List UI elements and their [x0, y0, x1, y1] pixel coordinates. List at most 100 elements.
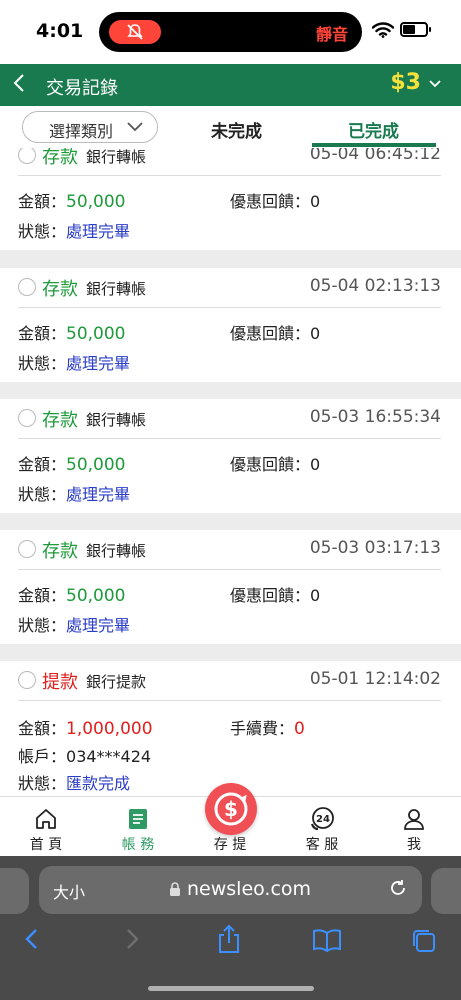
forward-arrow-icon[interactable]: [122, 926, 142, 952]
fee-label: 手續費：: [230, 719, 295, 738]
bonus-value: 0: [310, 586, 321, 605]
tabs-icon[interactable]: [411, 928, 437, 954]
amount-value: 1,000,000: [66, 719, 153, 739]
bookmarks-icon[interactable]: [312, 928, 342, 952]
next-tab-preview[interactable]: [431, 868, 461, 914]
page-title: 交易記錄: [46, 78, 118, 99]
share-icon[interactable]: [216, 924, 242, 954]
transaction-list[interactable]: 存款 銀行轉帳 05-04 06:45:12 金額：50,000 優惠回饋：0 …: [0, 148, 461, 796]
browser-toolbar: 大小 newsleo.com: [0, 856, 461, 1000]
nav-me-label: 我: [407, 837, 421, 853]
transaction-card[interactable]: 存款 銀行轉帳 05-04 06:45:12 金額：50,000 優惠回饋：0 …: [0, 148, 461, 250]
battery-icon: [400, 22, 431, 37]
bonus-label: 優惠回饋：: [230, 455, 311, 474]
account-label: 帳戶：: [18, 747, 67, 766]
status-row: 狀態：處理完畢: [18, 218, 130, 242]
account-row: 帳戶：034***424: [18, 743, 151, 767]
fee-value: 0: [294, 719, 305, 739]
text-size-button[interactable]: 大小: [53, 879, 85, 903]
transaction-type: 存款: [42, 541, 78, 562]
status-value: 匯款完成: [66, 774, 131, 793]
nav-home[interactable]: 首 頁: [0, 797, 92, 857]
support-24-icon: 24: [310, 807, 334, 831]
select-radio[interactable]: [18, 671, 36, 689]
status-time: 4:01: [36, 20, 84, 42]
select-radio[interactable]: [18, 278, 36, 296]
nav-account[interactable]: 帳 務: [92, 797, 184, 857]
bonus-label: 優惠回饋：: [230, 192, 311, 211]
transaction-method: 銀行提款: [86, 673, 147, 691]
transaction-method: 銀行轉帳: [86, 542, 147, 560]
amount-label: 金額：: [18, 455, 67, 474]
select-radio[interactable]: [18, 409, 36, 427]
home-indicator: [148, 986, 314, 991]
home-icon: [36, 809, 56, 829]
bonus-value: 0: [310, 324, 321, 343]
transaction-time: 05-01 12:14:02: [309, 669, 441, 689]
amount-value: 50,000: [66, 192, 126, 212]
nav-me[interactable]: 我: [368, 797, 460, 857]
status-value: 處理完畢: [66, 354, 131, 373]
reload-button[interactable]: [388, 878, 408, 903]
nav-deposit-label: 存 提: [213, 837, 247, 853]
filter-tabs: 選擇類別 未完成 已完成: [0, 106, 461, 148]
bell-slash-icon: [127, 24, 143, 40]
status-value: 處理完畢: [66, 222, 131, 241]
transaction-type: 存款: [42, 148, 78, 168]
balance-display[interactable]: $3: [390, 70, 421, 95]
tab-pending[interactable]: 未完成: [211, 117, 262, 142]
transaction-type: 存款: [42, 279, 78, 300]
amount-row: 金額：50,000: [18, 320, 126, 344]
amount-row: 金額：50,000: [18, 451, 126, 475]
svg-text:24: 24: [316, 814, 330, 825]
transaction-card[interactable]: 存款 銀行轉帳 05-04 02:13:13 金額：50,000 優惠回饋：0 …: [0, 268, 461, 382]
nav-account-label: 帳 務: [121, 837, 155, 853]
nav-home-label: 首 頁: [29, 837, 63, 853]
back-arrow-icon[interactable]: [22, 926, 42, 952]
amount-value: 50,000: [66, 455, 126, 475]
select-radio[interactable]: [18, 540, 36, 558]
active-tab-indicator: [312, 143, 436, 147]
ledger-icon: [129, 809, 147, 829]
transaction-card[interactable]: 提款 銀行提款 05-01 12:14:02 金額：1,000,000 手續費：…: [0, 661, 461, 796]
bonus-value: 0: [310, 192, 321, 211]
amount-row: 金額：50,000: [18, 582, 126, 606]
transaction-time: 05-04 06:45:12: [309, 148, 441, 164]
category-select[interactable]: 選擇類別: [22, 111, 158, 143]
tab-completed[interactable]: 已完成: [348, 117, 399, 142]
transaction-time: 05-03 16:55:34: [309, 407, 441, 427]
reload-icon: [391, 880, 405, 895]
status-row: 狀態：處理完畢: [18, 481, 130, 505]
back-button[interactable]: [12, 72, 26, 99]
chevron-down-icon: [127, 122, 143, 132]
nav-service[interactable]: 24 客 服: [276, 797, 368, 857]
transaction-header: 提款 銀行提款 05-01 12:14:02: [18, 661, 441, 701]
transaction-card[interactable]: 存款 銀行轉帳 05-03 16:55:34 金額：50,000 優惠回饋：0 …: [0, 399, 461, 513]
select-radio[interactable]: [18, 148, 36, 164]
transaction-type: 提款: [42, 672, 78, 693]
url-text[interactable]: newsleo.com: [187, 878, 311, 900]
status-label: 狀態：: [18, 616, 67, 635]
transaction-card[interactable]: 存款 銀行轉帳 05-03 03:17:13 金額：50,000 優惠回饋：0 …: [0, 530, 461, 644]
status-label: 狀態：: [18, 485, 67, 504]
previous-tab-preview[interactable]: [0, 868, 29, 914]
status-value: 處理完畢: [66, 485, 131, 504]
deposit-withdraw-button[interactable]: $: [205, 783, 257, 835]
status-bar: 4:01 靜音: [0, 0, 461, 64]
nav-service-label: 客 服: [305, 837, 339, 853]
category-select-label: 選擇類別: [49, 122, 114, 141]
transaction-type: 存款: [42, 410, 78, 431]
status-row: 狀態：匯款完成: [18, 770, 130, 794]
wifi-icon: [372, 22, 394, 38]
bonus-row: 優惠回饋：0: [230, 451, 320, 475]
balance-dropdown[interactable]: [429, 74, 441, 93]
status-value: 處理完畢: [66, 616, 131, 635]
transaction-header: 存款 銀行轉帳 05-03 16:55:34: [18, 399, 441, 439]
amount-label: 金額：: [18, 192, 67, 211]
status-label: 狀態：: [18, 774, 67, 793]
transaction-time: 05-04 02:13:13: [309, 276, 441, 296]
bonus-row: 優惠回饋：0: [230, 582, 320, 606]
dynamic-island: 靜音: [99, 12, 362, 52]
status-label: 狀態：: [18, 354, 67, 373]
address-bar[interactable]: 大小 newsleo.com: [39, 866, 422, 914]
